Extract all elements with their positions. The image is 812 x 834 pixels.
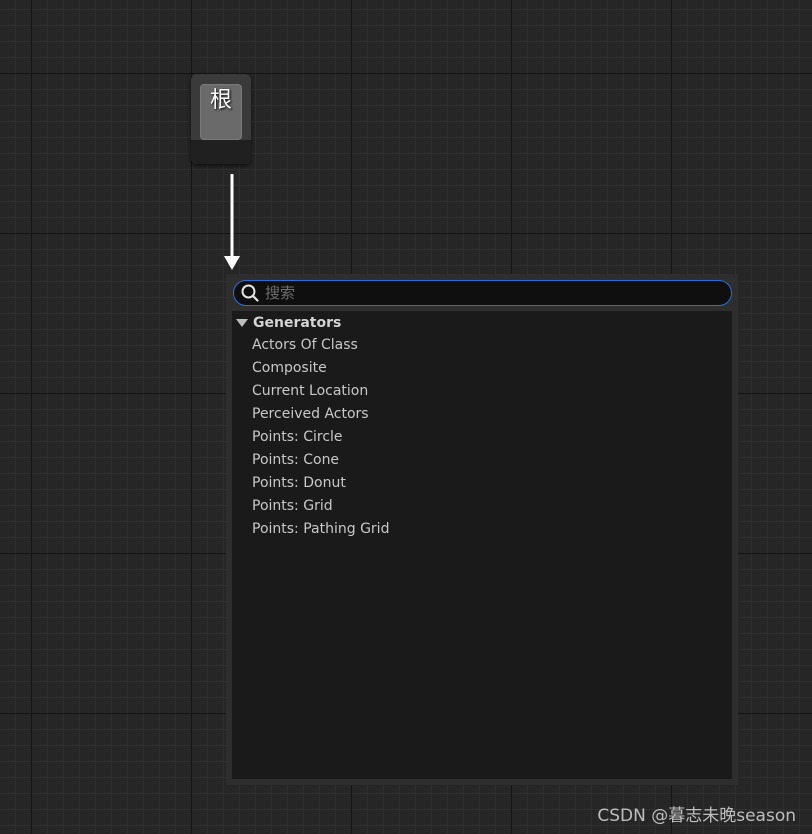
connection-arrow: [224, 174, 240, 270]
root-node-body: 根: [200, 84, 242, 140]
watermark: CSDN @暮志未晚season: [597, 806, 796, 826]
search-input[interactable]: [265, 283, 721, 303]
search-box[interactable]: [233, 280, 732, 306]
list-item-perceived-actors[interactable]: Perceived Actors: [232, 403, 732, 426]
root-node-label: 根: [209, 88, 232, 113]
list-item-points-circle[interactable]: Points: Circle: [232, 426, 732, 449]
list-item-current-location[interactable]: Current Location: [232, 380, 732, 403]
category-generators[interactable]: Generators: [232, 311, 732, 334]
list-item-points-donut[interactable]: Points: Donut: [232, 472, 732, 495]
list-item-actors-of-class[interactable]: Actors Of Class: [232, 334, 732, 357]
list-item-points-pathing-grid[interactable]: Points: Pathing Grid: [232, 518, 732, 541]
root-node[interactable]: 根: [191, 74, 251, 164]
node-list[interactable]: Generators Actors Of Class Composite Cur…: [232, 311, 732, 779]
list-item-points-grid[interactable]: Points: Grid: [232, 495, 732, 518]
list-item-composite[interactable]: Composite: [232, 357, 732, 380]
node-picker-menu: Generators Actors Of Class Composite Cur…: [226, 274, 738, 785]
triangle-down-icon[interactable]: [236, 318, 248, 327]
list-item-points-cone[interactable]: Points: Cone: [232, 449, 732, 472]
category-label: Generators: [253, 314, 342, 331]
search-icon: [239, 282, 261, 304]
root-node-output-pin[interactable]: [191, 140, 251, 164]
